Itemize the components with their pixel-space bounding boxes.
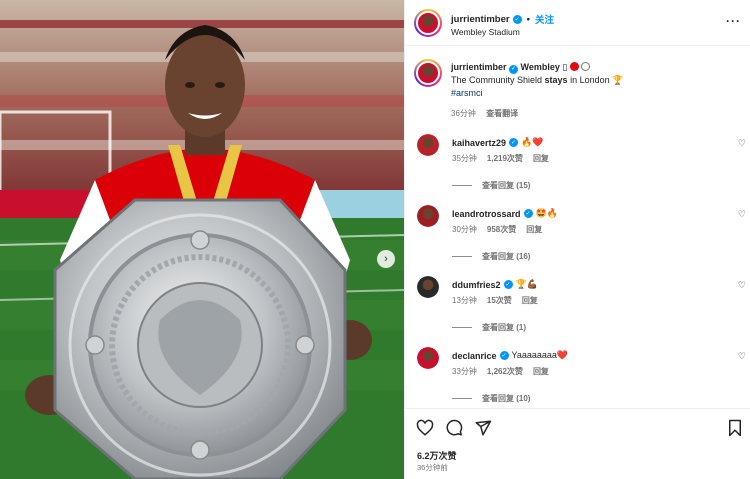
like-heart-icon[interactable] (416, 419, 434, 442)
comment-time: 33分钟 (452, 367, 477, 376)
comment-time: 35分钟 (452, 154, 477, 163)
save-bookmark-icon[interactable] (727, 419, 743, 442)
chevron-right-icon: › (384, 253, 388, 265)
like-comment-heart-icon[interactable]: ♡ (738, 209, 746, 220)
hashtag-link[interactable]: #arsmci (451, 88, 483, 98)
trophy-icon: 🏆 (612, 75, 624, 85)
action-icons (416, 419, 492, 442)
post-time: 36分钟前 (417, 463, 448, 472)
view-replies-button[interactable]: 查看回复 (16) (452, 251, 530, 262)
view-replies-label: 查看回复 (15) (482, 181, 531, 190)
comment-username[interactable]: leandrotrossard (452, 209, 521, 219)
share-paper-plane-icon[interactable] (474, 419, 492, 442)
verified-badge-icon: ✓ (523, 209, 533, 218)
translate-button[interactable]: 查看翻译 (486, 109, 518, 118)
next-photo-button[interactable]: › (377, 250, 395, 268)
view-replies-label: 查看回复 (16) (482, 252, 531, 261)
comment-body: 🏆💪🏾 (515, 279, 538, 289)
view-replies-label: 查看回复 (1) (482, 323, 526, 332)
comment-likes[interactable]: 958次赞 (487, 224, 516, 235)
caption-meta: 36分钟 查看翻译 (451, 107, 741, 120)
like-comment-heart-icon[interactable]: ♡ (738, 138, 746, 149)
caption-author-avatar[interactable] (414, 59, 442, 87)
view-replies-button[interactable]: 查看回复 (1) (452, 322, 526, 333)
post-header: jurrientimber ✓ • 关注 Wembley Stadium ··· (405, 0, 750, 46)
caption-text-2: in London (567, 75, 613, 85)
like-comment-heart-icon[interactable]: ♡ (738, 351, 746, 362)
photo-illustration (0, 0, 404, 479)
comment-text: kaihavertz29 ✓ 🔥❤️ (452, 137, 543, 148)
caption-body: jurrientimber ✓ Wembley ▯ The Community … (451, 61, 741, 120)
caption-author[interactable]: jurrientimber (451, 62, 507, 72)
more-options-icon[interactable]: ··· (726, 14, 741, 28)
comment-avatar[interactable] (417, 205, 439, 227)
comment-avatar[interactable] (417, 347, 439, 369)
comment-username[interactable]: declanrice (452, 351, 497, 361)
verified-badge-icon: ✓ (509, 138, 519, 147)
comment-text: leandrotrossard ✓ 🤩🔥 (452, 208, 558, 219)
comment-meta: 33分钟 1,262次赞 回复 (452, 366, 549, 377)
separator-dot: • (526, 13, 530, 25)
like-comment-heart-icon[interactable]: ♡ (738, 280, 746, 291)
comment-meta: 30分钟 958次赞 回复 (452, 224, 542, 235)
verified-badge-icon: ✓ (499, 351, 509, 360)
comment-body: 🔥❤️ (521, 137, 544, 147)
caption-text-1: The Community Shield (451, 75, 545, 85)
comment-meta: 35分钟 1,219次赞 回复 (452, 153, 549, 164)
comment-time: 13分钟 (452, 296, 477, 305)
box-glyph-icon: ▯ (562, 62, 568, 72)
comment-text: ddumfries2 ✓ 🏆💪🏾 (452, 279, 538, 290)
comment-username[interactable]: kaihavertz29 (452, 138, 506, 148)
comment-item: ddumfries2 ✓ 🏆💪🏾 13分钟 15次赞 回复 ♡ 查看回复 (1) (405, 276, 750, 346)
comment-likes[interactable]: 1,219次赞 (487, 153, 523, 164)
post-location[interactable]: Wembley Stadium (451, 27, 520, 37)
author-username[interactable]: jurrientimber (451, 14, 510, 25)
view-replies-button[interactable]: 查看回复 (10) (452, 393, 530, 404)
reply-button[interactable]: 回复 (533, 153, 549, 164)
comment-item: declanrice ✓ Yaaaaaaaa❤️ 33分钟 1,262次赞 回复… (405, 347, 750, 417)
like-count[interactable]: 6.2万次赞 (417, 449, 457, 462)
comment-item: leandrotrossard ✓ 🤩🔥 30分钟 958次赞 回复 ♡ 查看回… (405, 205, 750, 275)
caption-text-bold: stays (544, 75, 568, 85)
reply-button[interactable]: 回复 (526, 224, 542, 235)
comment-item: kaihavertz29 ✓ 🔥❤️ 35分钟 1,219次赞 回复 ♡ 查看回… (405, 134, 750, 204)
view-replies-label: 查看回复 (10) (482, 394, 531, 403)
comment-avatar[interactable] (417, 134, 439, 156)
reply-button[interactable]: 回复 (533, 366, 549, 377)
replies-divider (452, 185, 472, 186)
post-side-panel: jurrientimber ✓ • 关注 Wembley Stadium ···… (404, 0, 750, 479)
comment-likes[interactable]: 1,262次赞 (487, 366, 523, 377)
view-replies-button[interactable]: 查看回复 (15) (452, 180, 530, 191)
red-circle-icon (569, 62, 579, 71)
replies-divider (452, 256, 472, 257)
comment-username[interactable]: ddumfries2 (452, 280, 501, 290)
verified-badge-icon: ✓ (509, 65, 519, 74)
verified-badge-icon: ✓ (503, 280, 513, 289)
author-line: jurrientimber ✓ • 关注 (451, 12, 554, 27)
replies-divider (452, 327, 472, 328)
verified-badge-icon: ✓ (512, 14, 522, 24)
post-photo[interactable]: › (0, 0, 404, 479)
comment-text: declanrice ✓ Yaaaaaaaa❤️ (452, 350, 568, 361)
comment-time: 30分钟 (452, 225, 477, 234)
author-avatar[interactable] (414, 9, 442, 37)
post-actions: 6.2万次赞 36分钟前 (405, 408, 750, 479)
comment-body: 🤩🔥 (535, 208, 558, 218)
comment-meta: 13分钟 15次赞 回复 (452, 295, 538, 306)
instagram-post: › jurrientimber ✓ • 关注 Wembley Stadium ·… (0, 0, 750, 479)
comment-likes[interactable]: 15次赞 (487, 295, 512, 306)
reply-button[interactable]: 回复 (522, 295, 538, 306)
comment-body: Yaaaaaaaa❤️ (511, 350, 569, 360)
caption-time: 36分钟 (451, 109, 476, 118)
comment-bubble-icon[interactable] (445, 419, 463, 442)
white-circle-icon (581, 62, 591, 71)
caption-location-tag[interactable]: Wembley (521, 62, 560, 72)
follow-button[interactable]: 关注 (535, 12, 554, 26)
replies-divider (452, 398, 472, 399)
comment-avatar[interactable] (417, 276, 439, 298)
